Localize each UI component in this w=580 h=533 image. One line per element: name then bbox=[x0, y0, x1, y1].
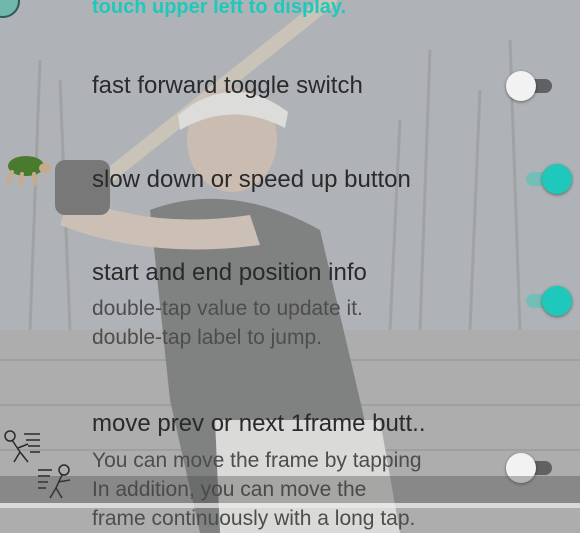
toggle-thumb bbox=[542, 286, 572, 316]
toggle-thumb bbox=[506, 71, 536, 101]
toggle-thumb bbox=[542, 164, 572, 194]
slow-speed-label: slow down or speed up button bbox=[92, 166, 411, 193]
slow-speed-toggle[interactable] bbox=[520, 164, 572, 194]
position-info-desc-line-2: double-tap label to jump. bbox=[92, 326, 322, 349]
frame-move-desc-line-1: You can move the frame by tapping bbox=[92, 449, 422, 472]
bottom-divider bbox=[0, 503, 580, 508]
turtle-icon bbox=[6, 156, 51, 186]
fast-forward-toggle[interactable] bbox=[506, 71, 556, 101]
position-info-label: start and end position info bbox=[92, 259, 367, 286]
fast-forward-label: fast forward toggle switch bbox=[92, 72, 363, 99]
header-hint: touch upper left to display. bbox=[92, 0, 347, 18]
position-info-toggle[interactable] bbox=[520, 286, 572, 316]
position-info-desc-line-1: double-tap value to update it. bbox=[92, 297, 363, 320]
frame-move-desc-line-3: frame continuously with a long tap. bbox=[92, 507, 416, 530]
frame-move-label: move prev or next 1frame butt.. bbox=[92, 410, 426, 437]
rewind-pitcher-icon bbox=[4, 430, 40, 463]
bottom-band bbox=[0, 476, 580, 503]
